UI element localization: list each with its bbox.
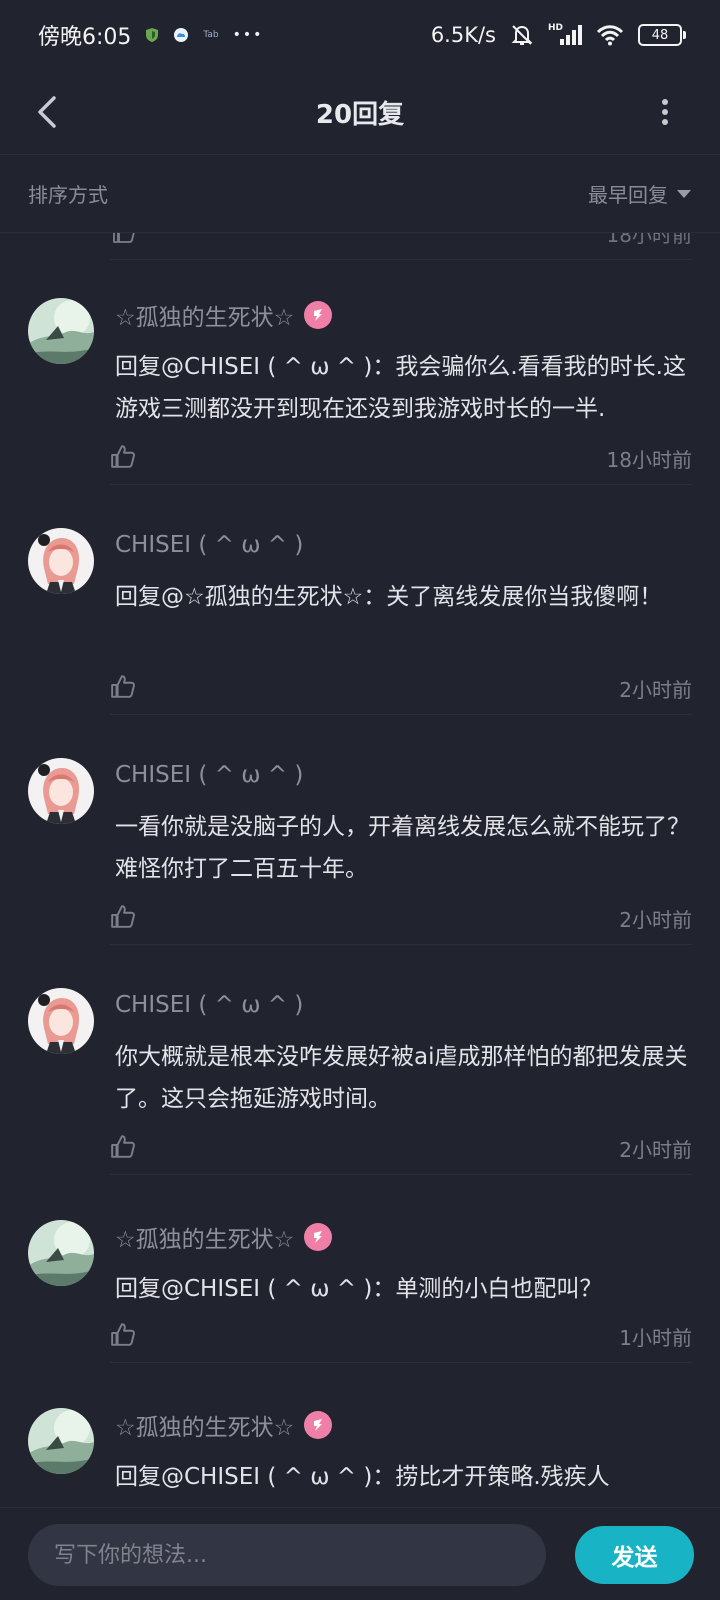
reply-time: 2小时前: [619, 677, 692, 702]
reply-text: 回复@☆孤独的生死状☆：关了离线发展你当我傻啊！: [115, 584, 663, 610]
avatar[interactable]: [28, 988, 94, 1054]
send-button[interactable]: 发送: [575, 1526, 694, 1584]
like-icon[interactable]: [110, 1322, 136, 1350]
divider: [110, 1362, 692, 1363]
author-name[interactable]: CHISEI ( ^ ω ^ ): [115, 762, 303, 788]
author-name[interactable]: ☆孤独的生死状☆: [115, 1220, 294, 1254]
screen: 傍晚6:05 Tab ••• 6.5K/s HD 48 20回复 排序方式 最早…: [0, 0, 720, 1600]
level-badge-icon: [304, 301, 333, 329]
reply-text: 一看你就是没脑子的人，开着离线发展怎么就不能玩了？难怪你打了二百五十年。: [115, 814, 690, 882]
battery-indicator: 48: [638, 24, 686, 46]
reply-time: 2小时前: [619, 1137, 692, 1162]
page-header: 20回复: [0, 70, 720, 155]
author-row: ☆孤独的生死状☆: [115, 1408, 692, 1442]
sort-selected: 最早回复: [588, 183, 668, 207]
status-time: 傍晚6:05: [38, 25, 132, 50]
reply-time: 18小时前: [606, 233, 692, 247]
avatar[interactable]: [28, 298, 94, 364]
more-options-button[interactable]: [650, 86, 680, 138]
reply-content: ☆孤独的生死状☆ 回复@CHISEI ( ^ ω ^ )：我会骗你么.看看我的时…: [115, 298, 692, 430]
avatar[interactable]: [28, 1220, 94, 1286]
reply-content: CHISEI ( ^ ω ^ ) 你大概就是根本没咋发展好被ai虐成那样怕的都把…: [115, 988, 692, 1120]
reply-meta: 18小时前: [110, 438, 692, 478]
reply-meta: 1小时前: [110, 1316, 692, 1356]
comment-bar: 发送: [0, 1507, 720, 1600]
comment-input[interactable]: [28, 1524, 546, 1586]
wifi-icon: [596, 24, 624, 46]
reply-list[interactable]: 18小时前 ☆孤独的生死状☆ 回复@CHISEI ( ^ ω ^ )：我会骗你么…: [0, 233, 720, 1507]
sort-bar: 排序方式 最早回复: [0, 155, 720, 233]
reply-meta: 2小时前: [110, 898, 692, 938]
reply-content: ☆孤独的生死状☆ 回复@CHISEI ( ^ ω ^ )：捞比才开策略.残疾人: [115, 1408, 692, 1498]
like-icon[interactable]: [110, 674, 136, 702]
like-icon[interactable]: [110, 444, 136, 472]
reply-content: CHISEI ( ^ ω ^ ) 一看你就是没脑子的人，开着离线发展怎么就不能玩…: [115, 758, 692, 890]
author-row: CHISEI ( ^ ω ^ ): [115, 988, 692, 1022]
more-notifications-icon: •••: [232, 27, 264, 43]
like-icon[interactable]: [110, 1134, 136, 1162]
author-name[interactable]: CHISEI ( ^ ω ^ ): [115, 532, 303, 558]
cellular-signal-icon: HD: [548, 23, 582, 47]
sort-label: 排序方式: [28, 183, 108, 207]
network-speed: 6.5K/s: [430, 23, 496, 47]
like-icon[interactable]: [112, 233, 136, 247]
status-left: 傍晚6:05 Tab •••: [38, 19, 263, 51]
chevron-left-icon: [38, 96, 56, 128]
more-vertical-icon: [662, 99, 668, 125]
reply-text: 回复@CHISEI ( ^ ω ^ )：单测的小白也配叫？: [115, 1276, 603, 1302]
divider: [110, 484, 692, 485]
reply-time: 2小时前: [619, 907, 692, 932]
reply-meta: 2小时前: [110, 1128, 692, 1168]
reply-content: ☆孤独的生死状☆ 回复@CHISEI ( ^ ω ^ )：单测的小白也配叫？: [115, 1220, 692, 1310]
level-badge-icon: [304, 1411, 333, 1439]
author-row: CHISEI ( ^ ω ^ ): [115, 758, 692, 792]
shield-icon: [145, 27, 159, 43]
reply-time: 1小时前: [619, 1325, 692, 1350]
reply-content: CHISEI ( ^ ω ^ ) 回复@☆孤独的生死状☆：关了离线发展你当我傻啊…: [115, 528, 692, 618]
partial-reply-footer: 18小时前: [110, 233, 692, 260]
taptap-icon: Tab: [203, 30, 219, 40]
sort-dropdown[interactable]: 最早回复: [588, 179, 692, 208]
avatar[interactable]: [28, 1408, 94, 1474]
author-name[interactable]: ☆孤独的生死状☆: [115, 1408, 294, 1442]
author-name[interactable]: CHISEI ( ^ ω ^ ): [115, 992, 303, 1018]
reply-text: 回复@CHISEI ( ^ ω ^ )：捞比才开策略.残疾人: [115, 1464, 610, 1490]
author-row: ☆孤独的生死状☆: [115, 298, 692, 332]
level-badge-icon: [304, 1223, 333, 1251]
page-title: 20回复: [315, 99, 405, 130]
cloud-app-icon: [173, 27, 189, 43]
divider: [110, 944, 692, 945]
like-icon[interactable]: [110, 904, 136, 932]
author-row: CHISEI ( ^ ω ^ ): [115, 528, 692, 562]
hd-label: HD: [548, 23, 564, 33]
reply-text: 回复@CHISEI ( ^ ω ^ )：我会骗你么.看看我的时长.这游戏三测都没…: [115, 354, 686, 422]
reply-time: 18小时前: [606, 447, 692, 472]
reply-meta: 2小时前: [110, 668, 692, 708]
back-button[interactable]: [22, 86, 72, 138]
bell-muted-icon: [510, 23, 534, 47]
divider: [110, 1174, 692, 1175]
avatar[interactable]: [28, 758, 94, 824]
reply-text: 你大概就是根本没咋发展好被ai虐成那样怕的都把发展关了。这只会拖延游戏时间。: [115, 1044, 688, 1112]
caret-down-icon: [677, 189, 691, 198]
status-right: 6.5K/s HD 48: [430, 23, 686, 47]
author-name[interactable]: ☆孤独的生死状☆: [115, 298, 294, 332]
avatar[interactable]: [28, 528, 94, 594]
divider: [110, 714, 692, 715]
status-bar: 傍晚6:05 Tab ••• 6.5K/s HD 48: [0, 0, 720, 70]
author-row: ☆孤独的生死状☆: [115, 1220, 692, 1254]
